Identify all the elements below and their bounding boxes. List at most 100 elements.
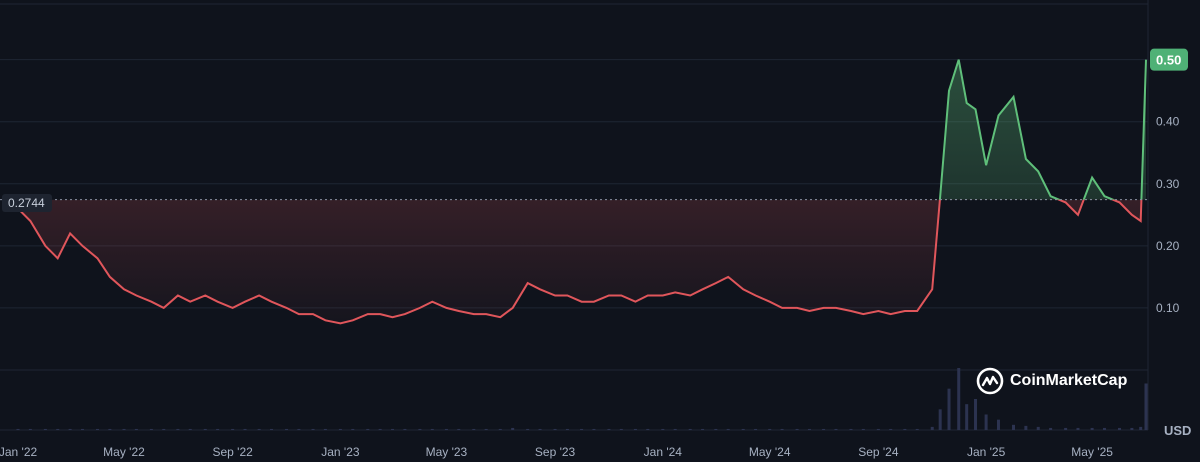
data-point: [917, 311, 918, 312]
price-area: [18, 59, 1146, 324]
volume-bar: [1102, 427, 1106, 430]
data-point: [769, 301, 770, 302]
data-point: [690, 295, 691, 296]
volume-bar: [834, 428, 838, 430]
coinmarketcap-logo: CoinMarketCap: [976, 366, 1127, 396]
volume-bar: [701, 428, 705, 430]
data-point: [675, 292, 676, 293]
data-point: [782, 307, 783, 308]
volume-bar: [176, 428, 180, 430]
data-point: [486, 314, 487, 315]
volume-bar: [149, 428, 153, 430]
volume-bar: [1076, 427, 1080, 430]
data-point: [743, 289, 744, 290]
data-point: [702, 289, 703, 290]
volume-bar: [538, 428, 542, 430]
y-tick-label: 0.40: [1156, 115, 1180, 129]
data-point: [1065, 202, 1066, 203]
data-point: [949, 90, 950, 91]
volume-bar: [80, 428, 84, 430]
data-point: [932, 289, 933, 290]
data-point: [540, 289, 541, 290]
volume-bar: [714, 428, 718, 430]
data-point: [380, 314, 381, 315]
volume-bar: [1012, 424, 1016, 430]
volume-bar: [553, 428, 557, 430]
volume-bar: [430, 428, 434, 430]
data-point: [958, 59, 959, 60]
volume-bar: [947, 388, 951, 430]
data-point: [30, 221, 31, 222]
data-point: [823, 307, 824, 308]
volume-bar: [633, 428, 637, 430]
data-point: [1038, 171, 1039, 172]
data-point: [1140, 221, 1141, 222]
data-point: [298, 314, 299, 315]
data-point: [1013, 96, 1014, 97]
data-point: [271, 301, 272, 302]
volume-bar: [726, 428, 730, 430]
data-point: [367, 314, 368, 315]
data-point: [998, 115, 999, 116]
volume-bar: [457, 428, 461, 430]
volume-bar: [231, 428, 235, 430]
volume-bar: [795, 428, 799, 430]
x-tick-label: Sep '24: [858, 445, 899, 459]
x-tick-label: Jan '25: [967, 445, 1006, 459]
data-point: [975, 109, 976, 110]
data-point: [1131, 214, 1132, 215]
data-point: [986, 165, 987, 166]
volume-bar: [95, 428, 99, 430]
volume-bar: [270, 428, 274, 430]
volume-bar: [484, 428, 488, 430]
data-point: [512, 307, 513, 308]
volume-bar: [780, 428, 784, 430]
x-tick-label: Jan '22: [0, 445, 37, 459]
data-point: [259, 295, 260, 296]
data-point: [286, 307, 287, 308]
volume-bar: [1064, 427, 1068, 430]
volume-bar: [974, 399, 978, 430]
volume-bar: [822, 428, 826, 430]
data-point: [940, 196, 941, 197]
data-point: [797, 307, 798, 308]
volume-bar: [323, 428, 327, 430]
volume-bar: [108, 428, 112, 430]
volume-bar: [162, 428, 166, 430]
x-tick-label: May '24: [749, 445, 791, 459]
data-point: [555, 295, 556, 296]
data-point: [500, 317, 501, 318]
data-point: [446, 307, 447, 308]
data-point: [527, 283, 528, 284]
data-point: [662, 295, 663, 296]
data-point: [1077, 214, 1078, 215]
data-point: [313, 314, 314, 315]
data-point: [878, 311, 879, 312]
volume-bar: [1036, 426, 1040, 430]
data-point: [850, 311, 851, 312]
volume-bar: [188, 428, 192, 430]
data-point: [809, 311, 810, 312]
volume-bar: [646, 428, 650, 430]
currency-label: USD: [1164, 423, 1191, 438]
x-tick-label: Sep '23: [535, 445, 576, 459]
volume-bar: [957, 368, 961, 430]
volume-bar: [996, 419, 1000, 430]
volume-bar: [580, 428, 584, 430]
volume-bar: [930, 426, 934, 430]
volume-bar: [122, 428, 126, 430]
volume-bar: [754, 428, 758, 430]
data-point: [621, 295, 622, 296]
volume-bar: [68, 428, 72, 430]
reference-price-badge: 0.2744: [2, 194, 52, 212]
volume-bar: [56, 428, 60, 430]
data-point: [97, 258, 98, 259]
volume-bar: [807, 428, 811, 430]
current-price-label: 0.50: [1156, 53, 1181, 68]
volume-bar: [607, 428, 611, 430]
data-point: [715, 283, 716, 284]
volume-bar: [688, 428, 692, 430]
data-point: [1119, 202, 1120, 203]
volume-bar: [311, 428, 315, 430]
volume-bar: [366, 428, 370, 430]
